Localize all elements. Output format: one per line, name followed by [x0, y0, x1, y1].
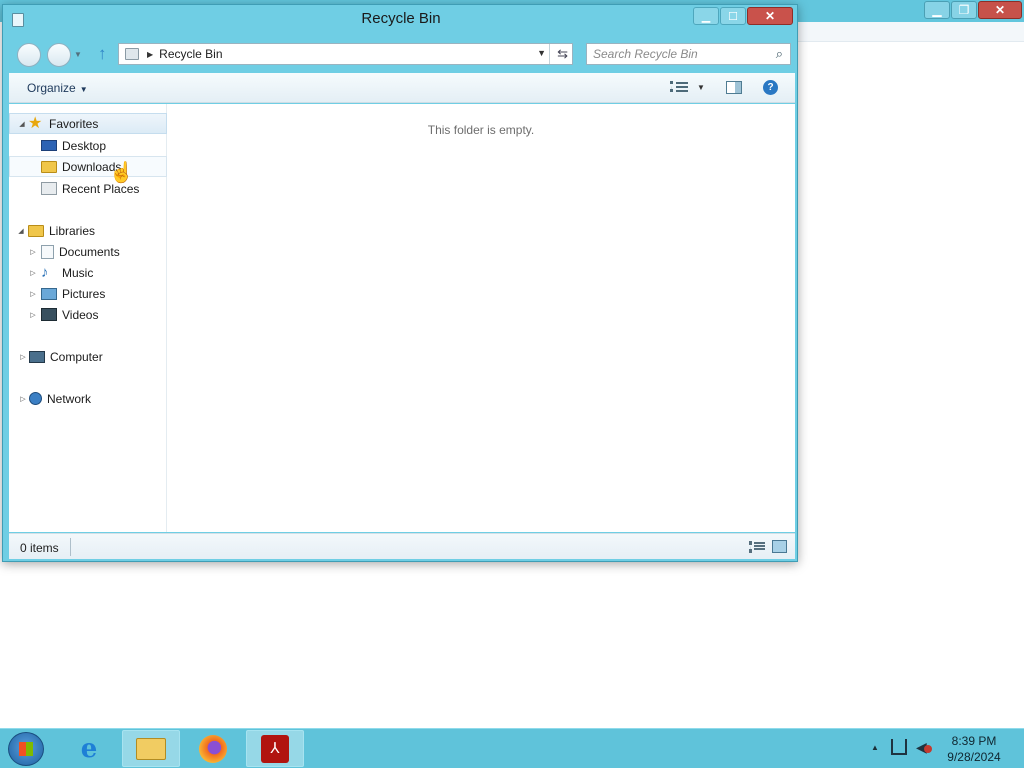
search-icon[interactable]: ⌕: [776, 46, 783, 62]
collapse-arrow-icon[interactable]: ▷: [29, 311, 37, 319]
file-explorer-icon: [136, 737, 166, 760]
recycle-bin-icon: [125, 48, 139, 60]
address-bar[interactable]: ▶ Recycle Bin ▼ ⇆: [118, 43, 573, 65]
background-minimize-button[interactable]: ▁: [924, 1, 950, 19]
background-window-toolbar: [796, 22, 1024, 42]
large-icons-view-icon[interactable]: [772, 540, 787, 553]
tree-item-label: Documents: [59, 244, 120, 259]
taskbar-internet-explorer[interactable]: e: [60, 730, 118, 767]
details-view-icon[interactable]: [749, 541, 765, 553]
organize-button[interactable]: Organize ▼: [27, 81, 88, 95]
search-box[interactable]: ⌕: [586, 43, 791, 65]
command-bar: Organize ▼ ▼ ?: [9, 73, 795, 103]
firefox-icon: [199, 734, 227, 763]
network-status-icon[interactable]: [891, 739, 907, 755]
tree-item-recent-places[interactable]: Recent Places: [9, 178, 167, 199]
tree-item-documents[interactable]: ▷ Documents: [9, 241, 167, 262]
organize-label: Organize: [27, 81, 76, 95]
computer-icon: [29, 350, 45, 363]
recent-places-icon: [41, 182, 57, 195]
help-icon[interactable]: ?: [763, 80, 778, 95]
favorites-star-icon: ★: [28, 114, 43, 132]
videos-icon: [41, 308, 57, 321]
tree-item-label: Network: [47, 391, 92, 406]
tree-item-computer[interactable]: ▷ Computer: [9, 346, 167, 367]
start-button[interactable]: [8, 732, 44, 766]
acrobat-reader-icon: ⅄: [261, 734, 289, 763]
show-hidden-icons-icon[interactable]: ▲: [871, 743, 879, 752]
preview-pane-icon[interactable]: [726, 81, 742, 94]
background-close-button[interactable]: ✕: [978, 1, 1022, 19]
collapse-arrow-icon[interactable]: ▷: [19, 395, 27, 403]
pictures-icon: [41, 287, 57, 300]
tree-item-music[interactable]: ▷ ♪ Music: [9, 262, 167, 283]
tree-item-label: Computer: [50, 349, 103, 364]
address-divider: [549, 44, 550, 64]
expand-arrow-icon[interactable]: ◢: [17, 227, 25, 235]
desktop-icon: [41, 140, 57, 151]
libraries-icon: [28, 224, 44, 237]
collapse-arrow-icon[interactable]: ▷: [29, 248, 37, 256]
window-title: Recycle Bin: [361, 10, 441, 27]
expand-arrow-icon[interactable]: ◢: [18, 120, 26, 128]
forward-button[interactable]: [47, 43, 71, 67]
tree-item-libraries[interactable]: ◢ Libraries: [9, 220, 167, 241]
refresh-icon[interactable]: ⇆: [557, 46, 568, 62]
tree-item-network[interactable]: ▷ Network: [9, 388, 167, 409]
internet-explorer-icon: e: [80, 733, 98, 764]
navigation-pane: ◢ ★ Favorites Desktop Downloads Recent P…: [9, 104, 167, 532]
documents-icon: [41, 244, 54, 259]
collapse-arrow-icon[interactable]: ▷: [29, 269, 37, 277]
tree-item-label: Libraries: [49, 223, 96, 238]
taskbar-firefox[interactable]: [184, 730, 242, 767]
status-bar: 0 items: [9, 533, 795, 559]
system-clock[interactable]: 8:39 PM 9/28/2024: [936, 733, 1012, 765]
tree-item-label: Pictures: [62, 286, 106, 301]
minimize-button[interactable]: ▁: [693, 7, 719, 25]
tree-item-videos[interactable]: ▷ Videos: [9, 304, 167, 325]
address-dropdown-icon[interactable]: ▼: [537, 48, 546, 58]
music-icon: ♪: [41, 263, 49, 281]
chevron-down-icon: ▼: [79, 85, 88, 94]
network-icon: [29, 392, 42, 405]
breadcrumb-recycle-bin[interactable]: Recycle Bin: [159, 47, 222, 61]
background-restore-button[interactable]: ❐: [951, 1, 977, 19]
up-arrow-icon[interactable]: ↑: [98, 44, 107, 64]
tree-item-downloads[interactable]: Downloads: [9, 156, 167, 177]
back-button[interactable]: [17, 43, 41, 67]
collapse-arrow-icon[interactable]: ▷: [29, 290, 37, 298]
hand-cursor-icon: ☝: [109, 162, 134, 184]
change-view-icon[interactable]: [670, 80, 688, 94]
taskbar: e ⅄ ▲ ◀ 8:39 PM 9/28/2024: [0, 728, 1024, 768]
downloads-folder-icon: [41, 160, 57, 173]
item-count: 0 items: [20, 541, 59, 555]
empty-folder-message: This folder is empty.: [427, 123, 535, 137]
tree-item-pictures[interactable]: ▷ Pictures: [9, 283, 167, 304]
breadcrumb-chevron-icon[interactable]: ▶: [147, 50, 153, 59]
clock-time: 8:39 PM: [951, 734, 997, 748]
explorer-body: ◢ ★ Favorites Desktop Downloads Recent P…: [9, 104, 795, 532]
taskbar-file-explorer[interactable]: [122, 730, 180, 767]
collapse-arrow-icon[interactable]: ▷: [19, 353, 27, 361]
status-divider: [70, 538, 71, 556]
windows-logo-icon: [19, 742, 33, 756]
recent-locations-dropdown-icon[interactable]: ▼: [74, 50, 82, 59]
taskbar-acrobat-reader[interactable]: ⅄: [246, 730, 304, 767]
mute-indicator-icon: [924, 745, 932, 753]
tree-item-label: Music: [62, 265, 94, 280]
tree-item-label: Videos: [62, 307, 99, 322]
close-button[interactable]: ✕: [747, 7, 793, 25]
tree-item-favorites[interactable]: ◢ ★ Favorites: [9, 113, 167, 134]
tree-item-label: Desktop: [62, 138, 107, 153]
explorer-window: Recycle Bin ▁ ☐ ✕ ▼ ↑ ▶ Recycle Bin ▼ ⇆ …: [2, 4, 798, 562]
search-input[interactable]: [593, 47, 763, 61]
tree-item-desktop[interactable]: Desktop: [9, 135, 167, 156]
maximize-button[interactable]: ☐: [720, 7, 746, 25]
clock-date: 9/28/2024: [947, 750, 1001, 764]
tree-item-label: Favorites: [49, 116, 99, 131]
view-dropdown-icon[interactable]: ▼: [697, 83, 705, 92]
